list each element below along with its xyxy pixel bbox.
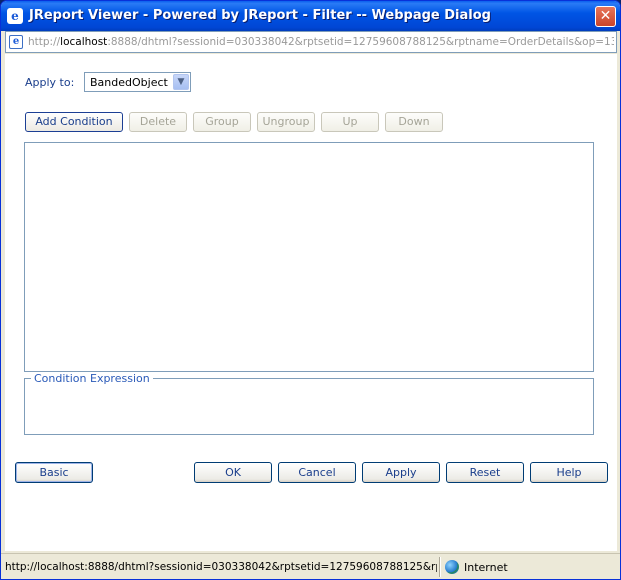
close-button[interactable]: ✕: [595, 6, 616, 27]
ok-button[interactable]: OK: [194, 462, 272, 483]
apply-to-value: BandedObject: [90, 76, 168, 89]
reset-button[interactable]: Reset: [446, 462, 524, 483]
add-condition-button[interactable]: Add Condition: [25, 112, 123, 132]
ie-page-icon: e: [7, 8, 23, 24]
address-bar: e http://localhost:8888/dhtml?sessionid=…: [5, 31, 617, 53]
status-url: http://localhost:8888/dhtml?sessionid=03…: [5, 561, 437, 573]
conditions-list[interactable]: [24, 142, 594, 372]
down-button[interactable]: Down: [385, 112, 443, 132]
apply-to-label: Apply to:: [25, 76, 75, 89]
ungroup-button[interactable]: Ungroup: [257, 112, 315, 132]
up-button[interactable]: Up: [321, 112, 379, 132]
condition-expression-box: Condition Expression: [24, 372, 594, 435]
help-button[interactable]: Help: [530, 462, 608, 483]
title-bar[interactable]: e JReport Viewer - Powered by JReport - …: [1, 1, 620, 31]
delete-button[interactable]: Delete: [129, 112, 187, 132]
basic-button[interactable]: Basic: [15, 462, 93, 483]
address-url: http://localhost:8888/dhtml?sessionid=03…: [28, 36, 614, 48]
globe-icon: [445, 560, 459, 574]
dialog-window: e JReport Viewer - Powered by JReport - …: [0, 0, 621, 580]
cancel-button[interactable]: Cancel: [278, 462, 356, 483]
address-host: localhost: [60, 36, 108, 48]
chevron-down-icon[interactable]: ▼: [173, 74, 189, 90]
apply-button[interactable]: Apply: [362, 462, 440, 483]
apply-to-select[interactable]: BandedObject ▼: [84, 72, 191, 92]
address-rest: :8888/dhtml?sessionid=030338042&rptsetid…: [107, 36, 614, 48]
ie-page-icon: e: [9, 35, 23, 49]
status-divider: [439, 557, 441, 577]
status-bar: http://localhost:8888/dhtml?sessionid=03…: [1, 553, 620, 579]
group-button[interactable]: Group: [193, 112, 251, 132]
address-prefix: http://: [28, 36, 61, 48]
window-title: JReport Viewer - Powered by JReport - Fi…: [29, 8, 491, 23]
condition-expression-legend: Condition Expression: [31, 372, 153, 385]
security-zone: Internet: [464, 561, 508, 574]
dialog-content: Apply to: BandedObject ▼ Add Condition D…: [5, 54, 617, 551]
